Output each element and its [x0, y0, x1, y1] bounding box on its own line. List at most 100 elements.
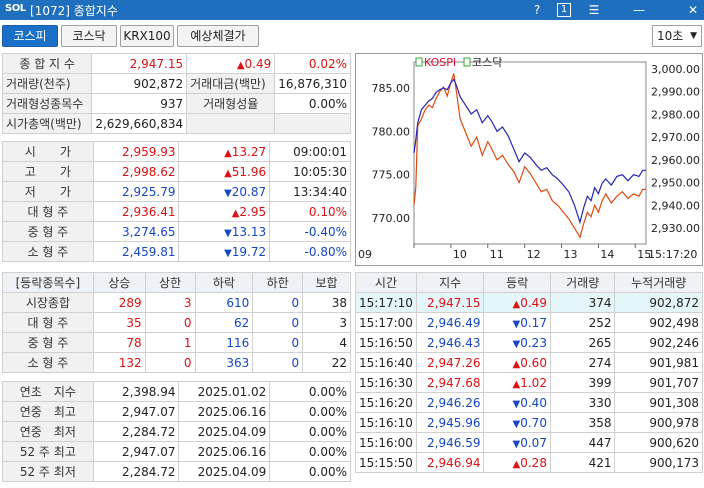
- tick-row[interactable]: 15:16:502,946.430.23265902,246: [355, 332, 703, 353]
- tick-row[interactable]: 15:16:402,947.260.60274901,981: [355, 352, 703, 373]
- y-right-tick: 2,950.00: [651, 177, 700, 190]
- breadth-downlimit: 0: [252, 332, 304, 353]
- breadth-uplimit: 1: [144, 332, 196, 353]
- tick-cumulative: 901,981: [614, 352, 703, 373]
- price-change: 20.87: [178, 181, 271, 202]
- breadth-up: 78: [92, 332, 146, 353]
- tick-volume: 447: [549, 432, 616, 453]
- breadth-flat: 22: [302, 352, 351, 373]
- menu-icon[interactable]: ☰: [585, 1, 603, 19]
- yearly-label: 52 주 최저: [2, 461, 94, 482]
- breadth-downlimit: 0: [252, 292, 304, 313]
- price-extra: 09:00:01: [269, 141, 351, 162]
- legend-label: KOSPI: [424, 56, 456, 69]
- breadth-header-cell: 상한: [144, 272, 196, 293]
- tick-volume: 274: [549, 352, 616, 373]
- tab-krx100[interactable]: KRX100: [120, 25, 174, 47]
- tick-change: 0.07: [483, 432, 551, 453]
- tick-cumulative: 900,620: [614, 432, 703, 453]
- price-value: 2,936.41: [92, 201, 180, 222]
- price-change: 19.72: [178, 241, 271, 262]
- breadth-flat: 3: [302, 312, 351, 333]
- price-value: 2,959.93: [92, 141, 180, 162]
- traded-ratio-label: 거래형성율: [186, 93, 276, 114]
- tick-change: 0.23: [483, 332, 551, 353]
- price-row: 고 가2,998.6251.9610:05:30: [2, 161, 351, 182]
- yearly-label: 52 주 최고: [2, 441, 94, 462]
- interval-select[interactable]: 10초 ▼: [652, 25, 702, 47]
- tick-value: 2,947.15: [415, 292, 485, 313]
- price-change: 13.27: [178, 141, 271, 162]
- tick-header-cell: 등락: [483, 272, 551, 293]
- help-button[interactable]: ?: [528, 1, 546, 19]
- x-tick: 11: [490, 248, 504, 261]
- breadth-downlimit: 0: [252, 312, 304, 333]
- toolbar: 코스피 코스닥 KRX100 예상체결가 10초 ▼: [0, 23, 704, 50]
- title-bar: SOL [1072] 종합지수 ? 1 ☰ — ✕: [0, 0, 704, 20]
- price-label: 저 가: [2, 181, 94, 202]
- tick-row[interactable]: 15:15:502,946.940.28421900,173: [355, 452, 703, 473]
- legend-swatch: [463, 57, 471, 67]
- screen-one-button[interactable]: 1: [557, 3, 571, 17]
- tab-kospi[interactable]: 코스피: [2, 25, 58, 47]
- breadth-label: 소 형 주: [2, 352, 94, 373]
- y-right-tick: 2,960.00: [651, 154, 700, 167]
- tab-kosdaq[interactable]: 코스닥: [61, 25, 117, 47]
- y-left-tick: 785.00: [372, 82, 411, 95]
- minimize-button[interactable]: —: [630, 1, 648, 19]
- market-cap-label: 시가총액(백만): [1, 113, 93, 134]
- price-change: 51.96: [178, 161, 271, 182]
- price-row: 대 형 주2,936.412.950.10%: [2, 201, 351, 222]
- interval-value: 10초: [657, 29, 684, 43]
- yearly-row: 52 주 최고 2,947.07 2025.06.16 0.00%: [2, 441, 351, 462]
- x-tick: 15:17:20: [648, 248, 697, 261]
- close-button[interactable]: ✕: [684, 1, 702, 19]
- yearly-value: 2,947.07: [92, 401, 180, 422]
- price-extra: -0.40%: [269, 221, 351, 242]
- tick-change: 0.70: [483, 412, 551, 433]
- breadth-row: 중 형 주 78 1 116 0 4: [2, 332, 351, 353]
- price-change: 13.13: [178, 221, 271, 242]
- tick-value: 2,946.43: [415, 332, 485, 353]
- yearly-label: 연초 지수: [2, 381, 94, 402]
- y-right-tick: 2,970.00: [651, 131, 700, 144]
- index-value: 2,947.15: [91, 53, 188, 74]
- tick-header: 시간 지수 등락 거래량 누적거래량: [355, 272, 703, 293]
- yearly-date: 2025.04.09: [178, 421, 271, 442]
- price-value: 3,274.65: [92, 221, 180, 242]
- breadth-row: 소 형 주 132 0 363 0 22: [2, 352, 351, 373]
- index-rate: 0.02%: [274, 53, 351, 74]
- price-row: 시 가2,959.9313.2709:00:01: [2, 141, 351, 162]
- price-extra: 10:05:30: [269, 161, 351, 182]
- breadth-label: 대 형 주: [2, 312, 94, 333]
- tick-cumulative: 902,872: [614, 292, 703, 313]
- legend-swatch: [415, 57, 423, 67]
- tick-row[interactable]: 15:16:202,946.260.40330901,308: [355, 392, 703, 413]
- breadth-header-cell: [등락종목수]: [2, 272, 94, 293]
- tick-change: 0.17: [483, 312, 551, 333]
- amount-label: 거래대금(백만): [186, 73, 276, 94]
- tick-row[interactable]: 15:16:302,947.681.02399901,707: [355, 372, 703, 393]
- price-row: 소 형 주2,459.8119.72-0.80%: [2, 241, 351, 262]
- tab-expected-price[interactable]: 예상체결가: [177, 25, 259, 47]
- tick-time: 15:16:40: [355, 352, 417, 373]
- yearly-label: 연중 최저: [2, 421, 94, 442]
- yearly-row: 52 주 최저 2,284.72 2025.04.09 0.00%: [2, 461, 351, 482]
- tick-value: 2,946.49: [415, 312, 485, 333]
- yearly-date: 2025.04.09: [178, 461, 271, 482]
- price-label: 고 가: [2, 161, 94, 182]
- yearly-row: 연중 최저 2,284.72 2025.04.09 0.00%: [2, 421, 351, 442]
- window-title: [1072] 종합지수: [30, 4, 118, 18]
- tick-volume: 265: [549, 332, 616, 353]
- tick-row[interactable]: 15:16:102,945.960.70358900,978: [355, 412, 703, 433]
- amount-value: 16,876,310: [274, 73, 351, 94]
- summary-table: 종 합 지 수 2,947.15 0.49 0.02% 거래량(천주) 902,…: [1, 53, 351, 134]
- tick-row[interactable]: 15:17:102,947.150.49374902,872: [355, 292, 703, 313]
- price-value: 2,925.79: [92, 181, 180, 202]
- tick-row[interactable]: 15:17:002,946.490.17252902,498: [355, 312, 703, 333]
- breadth-header-cell: 하락: [194, 272, 254, 293]
- tick-row[interactable]: 15:16:002,946.590.07447900,620: [355, 432, 703, 453]
- price-row: 저 가2,925.7920.8713:34:40: [2, 181, 351, 202]
- tick-volume: 252: [549, 312, 616, 333]
- tick-header-cell: 누적거래량: [614, 272, 703, 293]
